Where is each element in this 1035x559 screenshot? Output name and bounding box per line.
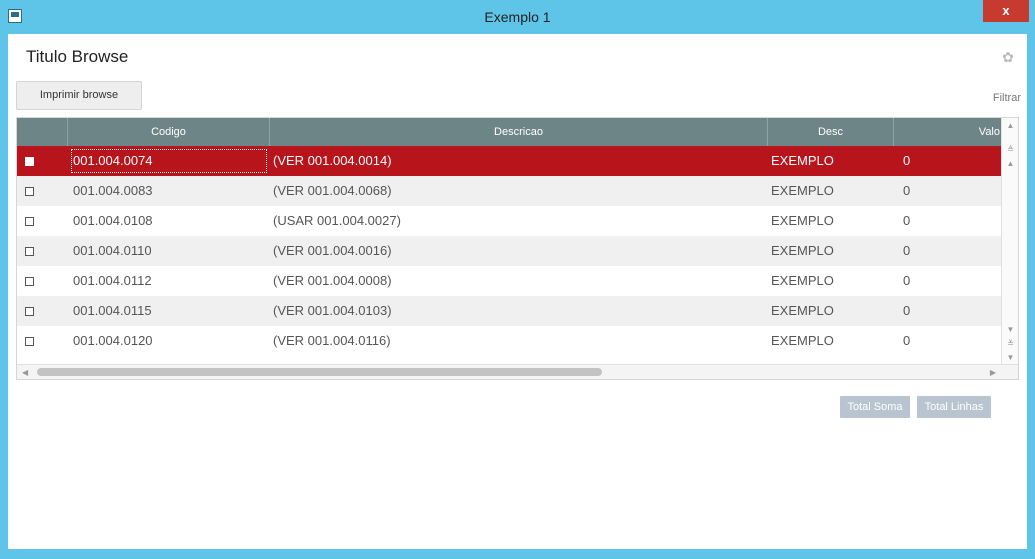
table-row[interactable]: 001.004.0083 (VER 001.004.0068) EXEMPLO … xyxy=(17,176,1002,206)
column-header-descricao[interactable]: Descricao xyxy=(270,118,768,146)
cell-descricao: (VER 001.004.0016) xyxy=(273,243,392,258)
column-header-codigo[interactable]: Codigo xyxy=(68,118,270,146)
page-up-icon[interactable]: ≜ xyxy=(1002,144,1018,156)
cell-desc: EXEMPLO xyxy=(771,213,834,228)
horizontal-scroll-thumb[interactable] xyxy=(37,368,602,376)
row-checkbox[interactable] xyxy=(25,277,34,286)
cell-descricao: (USAR 001.004.0027) xyxy=(273,213,401,228)
cell-desc: EXEMPLO xyxy=(771,183,834,198)
cell-codigo: 001.004.0083 xyxy=(73,183,153,198)
column-header-valor[interactable]: Valo xyxy=(894,118,1002,146)
scroll-up-icon[interactable]: ▲ xyxy=(1002,158,1018,170)
cell-valor: 0 xyxy=(903,273,911,288)
row-checkbox[interactable] xyxy=(25,217,34,226)
column-header-desc[interactable]: Desc xyxy=(768,118,894,146)
cell-valor: 0 xyxy=(903,153,911,168)
close-button[interactable]: x xyxy=(983,0,1029,22)
scroll-down-icon[interactable]: ▼ xyxy=(1002,324,1018,336)
cell-descricao: (VER 001.004.0014) xyxy=(273,153,392,168)
cell-descricao: (VER 001.004.0116) xyxy=(273,333,391,348)
table-row[interactable]: 001.004.0110 (VER 001.004.0016) EXEMPLO … xyxy=(17,236,1002,266)
browse-panel: Titulo Browse ✿ Imprimir browse Filtrar … xyxy=(8,34,1027,550)
row-checkbox[interactable] xyxy=(25,247,34,256)
page-down-icon[interactable]: ≚ xyxy=(1002,338,1018,350)
title-bar[interactable]: Exemplo 1 x xyxy=(0,0,1035,34)
total-soma-button[interactable]: Total Soma xyxy=(840,396,910,418)
page-title: Titulo Browse xyxy=(26,47,129,66)
cell-codigo: 001.004.0108 xyxy=(73,213,153,228)
cell-codigo: 001.004.0110 xyxy=(73,243,152,258)
cell-codigo: 001.004.0120 xyxy=(73,333,153,348)
window-title: Exemplo 1 xyxy=(484,9,551,25)
scroll-bottom-icon[interactable]: ▼ xyxy=(1002,352,1018,364)
cell-descricao: (VER 001.004.0103) xyxy=(273,303,392,318)
horizontal-scrollbar[interactable]: ◀ ▶ xyxy=(17,364,1018,379)
cell-desc: EXEMPLO xyxy=(771,273,834,288)
cell-valor: 0 xyxy=(903,243,911,258)
cell-desc: EXEMPLO xyxy=(771,153,834,168)
cell-valor: 0 xyxy=(903,213,911,228)
cell-desc: EXEMPLO xyxy=(771,243,834,258)
grid-header: Codigo Descricao Desc Valo xyxy=(17,118,1002,146)
vertical-scrollbar[interactable]: ▲ ≜ ▲ ▼ ≚ ▼ xyxy=(1001,118,1018,364)
table-row[interactable]: 001.004.0108 (USAR 001.004.0027) EXEMPLO… xyxy=(17,206,1002,236)
cell-desc: EXEMPLO xyxy=(771,303,834,318)
row-checkbox[interactable] xyxy=(25,187,34,196)
table-row[interactable]: 001.004.0074 (VER 001.004.0014) EXEMPLO … xyxy=(17,146,1002,176)
filter-link[interactable]: Filtrar xyxy=(993,92,1021,104)
column-header-select[interactable] xyxy=(17,118,68,146)
scroll-top-icon[interactable]: ▲ xyxy=(1002,120,1018,132)
scroll-right-icon[interactable]: ▶ xyxy=(990,365,996,379)
table-row[interactable]: 001.004.0115 (VER 001.004.0103) EXEMPLO … xyxy=(17,296,1002,326)
cell-valor: 0 xyxy=(903,303,911,318)
cell-codigo: 001.004.0115 xyxy=(73,303,152,318)
row-checkbox[interactable] xyxy=(25,157,34,166)
cell-valor: 0 xyxy=(903,183,911,198)
cell-desc: EXEMPLO xyxy=(771,333,834,348)
row-checkbox[interactable] xyxy=(25,307,34,316)
total-linhas-button[interactable]: Total Linhas xyxy=(917,396,991,418)
cell-codigo: 001.004.0074 xyxy=(68,146,270,176)
cell-descricao: (VER 001.004.0008) xyxy=(273,273,392,288)
row-checkbox[interactable] xyxy=(25,337,34,346)
data-grid: Codigo Descricao Desc Valo 001.004.0074 … xyxy=(16,117,1019,380)
table-row[interactable]: 001.004.0120 (VER 001.004.0116) EXEMPLO … xyxy=(17,326,1002,356)
scroll-left-icon[interactable]: ◀ xyxy=(22,365,28,379)
cell-descricao: (VER 001.004.0068) xyxy=(273,183,392,198)
print-browse-button[interactable]: Imprimir browse xyxy=(16,81,142,110)
cell-codigo: 001.004.0112 xyxy=(73,273,152,288)
table-row[interactable]: 001.004.0112 (VER 001.004.0008) EXEMPLO … xyxy=(17,266,1002,296)
gear-icon[interactable]: ✿ xyxy=(999,48,1017,66)
app-window: Exemplo 1 x Titulo Browse ✿ Imprimir bro… xyxy=(0,0,1035,559)
cell-valor: 0 xyxy=(903,333,911,348)
